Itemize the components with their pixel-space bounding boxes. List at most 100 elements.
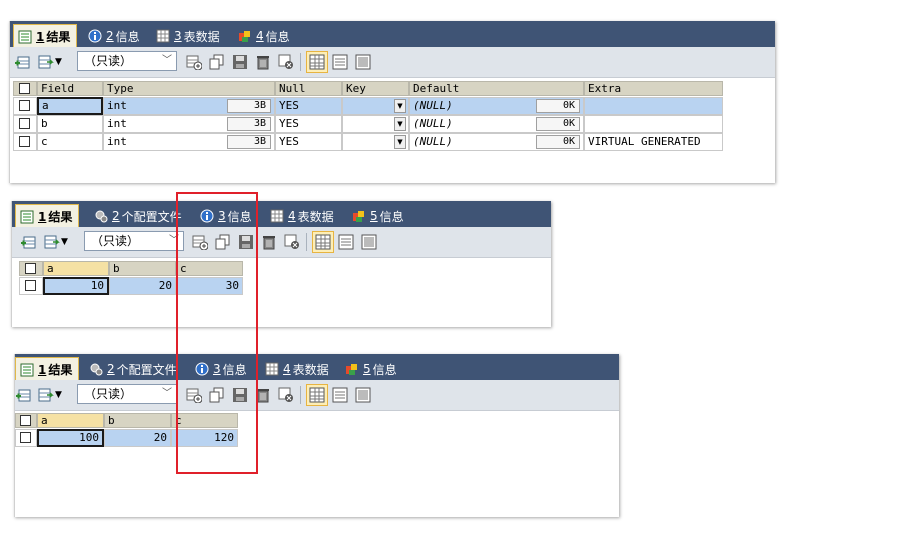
cell-b[interactable]: 20 [109,277,176,295]
highlight-rectangle [176,192,258,474]
form-view-icon[interactable] [338,234,354,250]
row-selector[interactable] [13,115,37,133]
select-all-header [13,81,37,96]
table-data-icon [270,209,284,223]
column-header[interactable]: Type [103,81,275,96]
form-view-icon[interactable] [332,387,348,403]
readonly-select[interactable]: （只读） ﹀ [84,231,184,251]
cancel-changes-icon[interactable] [278,387,294,403]
row-selector[interactable] [15,429,37,447]
row-checkbox[interactable] [19,118,30,129]
tab-results[interactable]: 1 结果 [15,357,80,381]
row-selector[interactable] [19,277,43,295]
tab-info-2[interactable]: 5 信息 [352,205,404,227]
row-selector[interactable] [13,133,37,151]
tab-results[interactable]: 1 结果 [13,24,78,48]
export-icon[interactable] [38,54,54,70]
chevron-down-icon: ﹀ [162,55,172,66]
tab-results[interactable]: 1 结果 [15,204,80,228]
profile-icon [94,209,108,223]
tab-table-data[interactable]: 4 表数据 [265,358,329,380]
cell-a[interactable]: 100 [37,429,104,447]
column-header[interactable]: a [37,413,104,428]
tab-bar: 1 结果 2 信息 3 表数据 4 信息 [10,21,775,48]
null-cell[interactable]: YES [275,115,342,133]
info-colored-icon [238,29,252,43]
grid-view-icon[interactable] [306,51,328,73]
cell-a[interactable]: 10 [43,277,109,295]
column-header[interactable]: a [43,261,109,276]
column-header[interactable]: Key [342,81,409,96]
dropdown-arrow-icon[interactable]: ▼ [394,99,406,113]
add-row-icon[interactable] [186,54,203,71]
row-checkbox[interactable] [19,100,30,111]
text-view-icon[interactable] [355,387,371,403]
info-icon [88,29,102,43]
dropdown-arrow-icon[interactable]: ▼ [55,54,65,70]
select-all-checkbox[interactable] [20,415,31,426]
save-icon[interactable] [232,54,248,70]
select-all-checkbox[interactable] [25,263,36,274]
delete-icon[interactable] [261,234,277,250]
toolbar-separator [300,53,301,71]
readonly-select[interactable]: （只读） ﹀ [77,384,177,404]
export-icon[interactable] [44,234,60,250]
table-data-icon [265,362,279,376]
select-all-checkbox[interactable] [19,83,30,94]
tab-profile[interactable]: 2 个配置文件 [89,358,177,380]
tab-info-2[interactable]: 5 信息 [345,358,397,380]
row-selector[interactable] [13,97,37,115]
duplicate-row-icon[interactable] [209,54,225,70]
row-checkbox[interactable] [19,136,30,147]
field-cell[interactable]: c [37,133,103,151]
extra-cell[interactable] [584,115,723,133]
tab-profile[interactable]: 2 个配置文件 [94,205,182,227]
select-all-header [15,413,37,428]
tab-table-data[interactable]: 3 表数据 [156,25,220,47]
grid-view-icon[interactable] [306,384,328,406]
dropdown-arrow-icon[interactable]: ▼ [55,387,65,403]
chevron-down-icon: ﹀ [162,388,172,399]
default-size: 0K [536,117,580,131]
toolbar-separator [300,386,301,404]
dropdown-arrow-icon[interactable]: ▼ [61,234,71,250]
toolbar: ▼ （只读） ﹀ [15,380,619,411]
extra-cell[interactable] [584,97,723,115]
cancel-changes-icon[interactable] [278,54,294,70]
text-view-icon[interactable] [355,54,371,70]
result-grid-icon [20,210,34,224]
column-header[interactable]: Default [409,81,584,96]
field-cell[interactable]: b [37,115,103,133]
delete-icon[interactable] [255,54,271,70]
tab-info-2[interactable]: 4 信息 [238,25,290,47]
column-header[interactable]: b [104,413,171,428]
text-view-icon[interactable] [361,234,377,250]
insert-row-icon[interactable] [20,234,36,250]
null-cell[interactable]: YES [275,133,342,151]
extra-cell[interactable]: VIRTUAL GENERATED [584,133,723,151]
tab-table-data[interactable]: 4 表数据 [270,205,334,227]
dropdown-arrow-icon[interactable]: ▼ [394,117,406,131]
form-view-icon[interactable] [332,54,348,70]
row-checkbox[interactable] [20,432,31,443]
readonly-select[interactable]: （只读） ﹀ [77,51,177,71]
column-header[interactable]: Null [275,81,342,96]
tab-info[interactable]: 2 信息 [88,25,140,47]
column-header[interactable]: b [109,261,176,276]
toolbar-separator [306,233,307,251]
row-checkbox[interactable] [25,280,36,291]
cancel-changes-icon[interactable] [284,234,300,250]
field-cell[interactable]: a [37,97,103,115]
export-icon[interactable] [38,387,54,403]
column-header[interactable]: Field [37,81,103,96]
null-cell[interactable]: YES [275,97,342,115]
dropdown-arrow-icon[interactable]: ▼ [394,135,406,149]
column-header[interactable]: Extra [584,81,723,96]
cell-b[interactable]: 20 [104,429,171,447]
insert-row-icon[interactable] [15,387,31,403]
type-size: 3B [227,99,271,113]
grid-view-icon[interactable] [312,231,334,253]
result-grid-icon [20,363,34,377]
info-colored-icon [352,209,366,223]
insert-row-icon[interactable] [14,54,30,70]
